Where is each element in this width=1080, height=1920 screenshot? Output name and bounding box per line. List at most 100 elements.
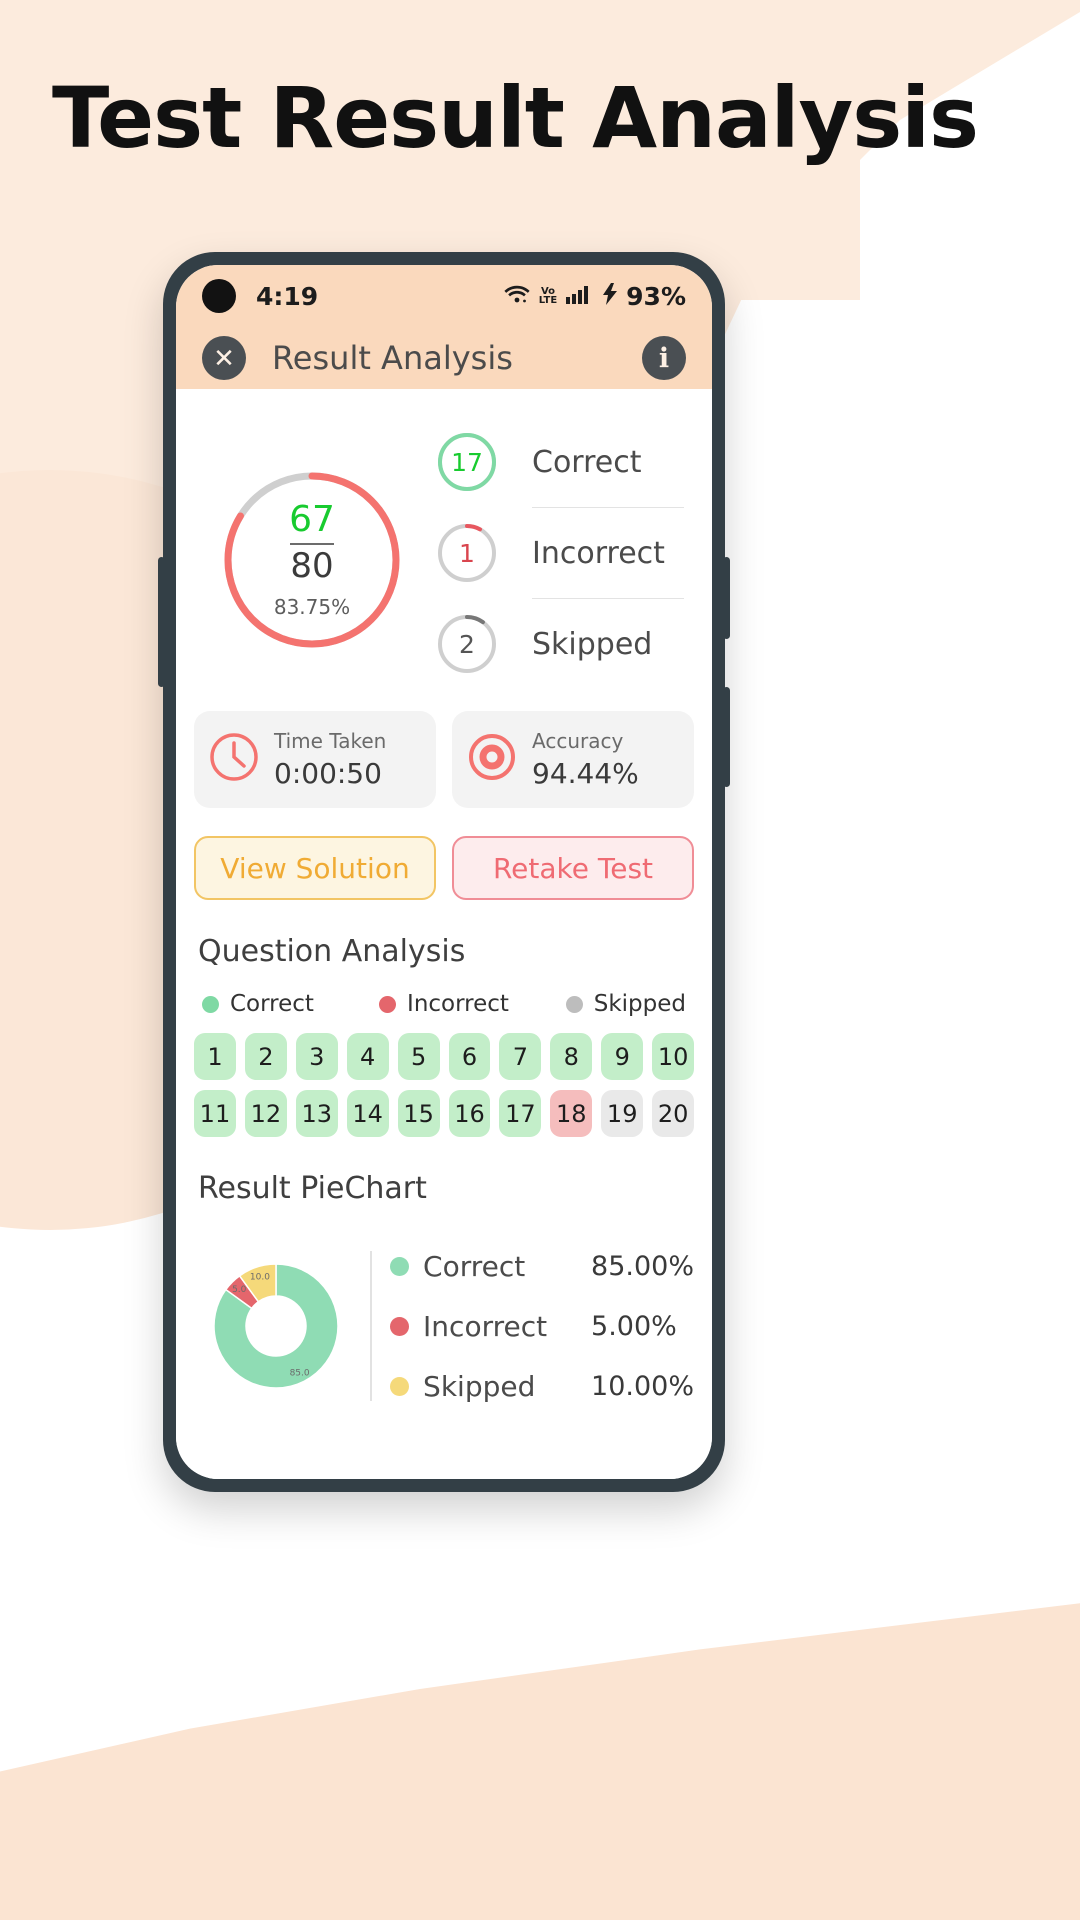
info-icon[interactable]: i: [642, 336, 686, 380]
legend-item-incorrect: Incorrect: [363, 991, 524, 1017]
legend-label-correct: Correct: [230, 991, 314, 1017]
legend-item-correct: Correct: [202, 991, 363, 1017]
pie-slice-label: 5.0: [232, 1285, 247, 1295]
question-cell-3[interactable]: 3: [295, 1033, 338, 1080]
stat-ring-incorrect: 1: [436, 522, 498, 584]
question-cell-2[interactable]: 2: [244, 1033, 287, 1080]
legend-label-skipped: Skipped: [593, 991, 686, 1017]
pie-canvas: 85.0 5.0 10.0: [188, 1246, 364, 1406]
score-fraction-rule: [290, 542, 334, 545]
legend-dot-skipped: [565, 995, 583, 1013]
question-cell-8[interactable]: 8: [550, 1033, 593, 1080]
pie-slice-label: 85.0: [290, 1368, 310, 1378]
question-cell-15[interactable]: 15: [397, 1090, 440, 1137]
front-camera-icon: [202, 279, 236, 313]
question-row: 1 2 3 4 5 6 7 8 9 10: [194, 1033, 695, 1080]
info-cards: Time Taken 0:00:50 Accuracy 94.44%: [176, 689, 712, 808]
legend-item-skipped: Skipped: [525, 991, 686, 1017]
view-solution-button[interactable]: View Solution: [194, 836, 436, 900]
stat-count-correct: 17: [451, 447, 483, 477]
score-donut: 67 80 83.75%: [220, 468, 404, 652]
question-legend: Correct Incorrect Skipped: [176, 969, 712, 1017]
stat-label-skipped: Skipped: [532, 626, 653, 662]
question-cell-9[interactable]: 9: [601, 1033, 644, 1080]
question-row: 11 12 13 14 15 16 17 18 19 20: [194, 1090, 695, 1137]
score-ring-container: 67 80 83.75%: [194, 413, 430, 689]
wifi-icon: [504, 284, 530, 309]
phone-screen: 4:19 Vo LTE 93% ✕ Result Analysis i 67 8…: [176, 265, 712, 1479]
pie-legend-value: 85.00%: [591, 1250, 694, 1282]
card-time-text: Time Taken 0:00:50: [274, 729, 386, 790]
summary-row: 67 80 83.75% 17 Correct 1 Incorrect 2 Sk…: [176, 389, 712, 689]
card-time-taken[interactable]: Time Taken 0:00:50: [194, 711, 436, 808]
status-time: 4:19: [256, 281, 319, 311]
phone-button-power[interactable]: [723, 557, 730, 639]
volte-icon: Vo LTE: [538, 286, 558, 306]
app-bar-title: Result Analysis: [272, 339, 513, 377]
pie-legend-row-skipped: Skipped 10.00%: [390, 1356, 694, 1416]
pie-legend-value: 10.00%: [591, 1370, 694, 1402]
target-icon: [466, 731, 518, 788]
pie-legend-value: 5.00%: [591, 1310, 677, 1342]
phone-button-extra[interactable]: [723, 687, 730, 787]
action-buttons: View Solution Retake Test: [176, 808, 712, 900]
stat-ring-correct: 17: [436, 431, 498, 493]
card-value: 94.44%: [532, 757, 639, 790]
stat-row-incorrect[interactable]: 1 Incorrect: [436, 508, 684, 598]
close-icon[interactable]: ✕: [202, 336, 246, 380]
question-cell-12[interactable]: 12: [244, 1090, 287, 1137]
stat-count-skipped: 2: [459, 629, 475, 659]
question-cell-6[interactable]: 6: [448, 1033, 491, 1080]
question-cell-7[interactable]: 7: [499, 1033, 542, 1080]
piechart-title: Result PieChart: [198, 1171, 427, 1206]
question-cell-14[interactable]: 14: [346, 1090, 389, 1137]
page-title: Test Result Analysis: [52, 69, 979, 167]
score-percent: 83.75%: [273, 594, 351, 619]
question-cell-20[interactable]: 20: [652, 1090, 695, 1137]
pie-legend-dot-skipped: [390, 1376, 410, 1396]
question-cell-5[interactable]: 5: [397, 1033, 440, 1080]
question-cell-18[interactable]: 18: [550, 1090, 593, 1137]
pie-legend-label: Skipped: [423, 1369, 536, 1403]
card-accuracy-text: Accuracy 94.44%: [532, 729, 639, 790]
card-title: Accuracy: [532, 729, 624, 753]
question-cell-17[interactable]: 17: [499, 1090, 542, 1137]
score-total: 80: [290, 545, 334, 586]
question-cell-16[interactable]: 16: [448, 1090, 491, 1137]
question-cell-19[interactable]: 19: [601, 1090, 644, 1137]
question-cell-13[interactable]: 13: [295, 1090, 338, 1137]
question-analysis-title: Question Analysis: [198, 934, 466, 969]
question-cell-1[interactable]: 1: [194, 1033, 236, 1080]
stat-row-correct[interactable]: 17 Correct: [436, 417, 684, 507]
pie-legend-dot-correct: [390, 1256, 410, 1276]
card-value: 0:00:50: [274, 757, 382, 790]
legend-label-incorrect: Incorrect: [407, 991, 509, 1017]
pie-divider: [370, 1251, 373, 1401]
legend-dot-correct: [202, 995, 219, 1013]
card-title: Time Taken: [274, 729, 387, 753]
clock-icon: [208, 731, 260, 788]
stat-count-incorrect: 1: [459, 538, 475, 568]
phone-button-volume[interactable]: [158, 557, 165, 687]
stat-row-skipped[interactable]: 2 Skipped: [436, 599, 684, 689]
stat-list: 17 Correct 1 Incorrect 2 Skipped: [430, 413, 694, 689]
pie-legend-label: Incorrect: [423, 1309, 548, 1343]
pie-legend: Correct 85.00% Incorrect 5.00% Skipped 10.00%: [390, 1236, 694, 1416]
retake-test-button[interactable]: Retake Test: [452, 836, 694, 900]
stat-ring-skipped: 2: [436, 613, 498, 675]
question-cell-11[interactable]: 11: [194, 1090, 236, 1137]
question-cell-10[interactable]: 10: [652, 1033, 695, 1080]
card-accuracy[interactable]: Accuracy 94.44%: [452, 711, 694, 808]
pie-legend-label: Correct: [423, 1249, 526, 1283]
stat-label-correct: Correct: [532, 444, 642, 480]
question-grid: 1 2 3 4 5 6 7 8 9 10 11 12 13 14 15 16 17 18 19 20: [176, 1017, 712, 1137]
question-cell-4[interactable]: 4: [346, 1033, 389, 1080]
phone-frame: 4:19 Vo LTE 93% ✕ Result Analysis i 67 8…: [158, 252, 730, 1492]
pie-legend-row-correct: Correct 85.00%: [390, 1236, 694, 1296]
pie-legend-dot-incorrect: [390, 1316, 410, 1336]
score-obtained: 67: [289, 498, 335, 540]
app-bar: ✕ Result Analysis i: [176, 327, 712, 389]
stat-label-incorrect: Incorrect: [532, 535, 665, 571]
charging-bolt-icon: [603, 282, 618, 310]
screen-content: 67 80 83.75% 17 Correct 1 Incorrect 2 Sk…: [176, 389, 712, 1479]
